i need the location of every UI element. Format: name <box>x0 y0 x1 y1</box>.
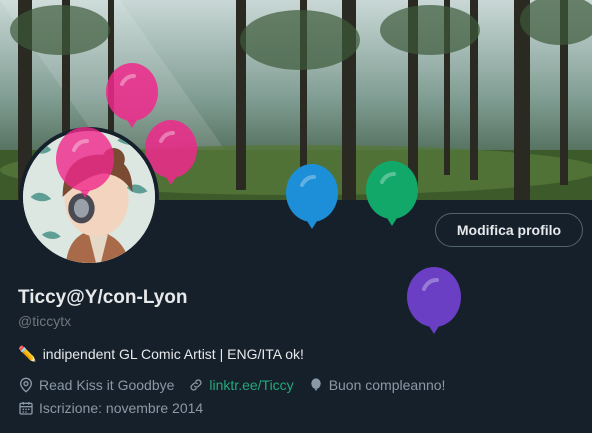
location-pin-icon <box>19 377 33 393</box>
location-text: Read Kiss it Goodbye <box>39 377 175 393</box>
edit-profile-button[interactable]: Modifica profilo <box>435 213 583 247</box>
bio-text: indipendent GL Comic Artist | ENG/ITA ok… <box>42 346 304 362</box>
calendar-icon <box>19 402 33 415</box>
profile-location: Read Kiss it Goodbye <box>18 377 174 393</box>
link-icon <box>190 379 202 391</box>
green-balloon-icon <box>366 161 418 226</box>
profile-birthday: Buon compleanno! <box>308 377 446 393</box>
profile-bio: ✏️ indipendent GL Comic Artist | ENG/ITA… <box>18 345 304 363</box>
profile-joined: Iscrizione: novembre 2014 <box>18 400 203 416</box>
pink-balloon-icon <box>56 127 114 198</box>
profile-display-name: Ticcy@Y/con-Lyon <box>18 287 188 308</box>
joined-text: Iscrizione: novembre 2014 <box>39 400 204 416</box>
profile-website[interactable]: linktr.ee/Ticcy <box>188 377 294 393</box>
profile-joined-row: Iscrizione: novembre 2014 <box>18 400 217 416</box>
pencil-icon: ✏️ <box>18 346 37 363</box>
birthday-text: Buon compleanno! <box>328 377 446 393</box>
profile-handle: @ticcytx <box>18 313 72 329</box>
website-link[interactable]: linktr.ee/Ticcy <box>209 377 293 393</box>
purple-balloon-icon <box>407 267 461 334</box>
blue-balloon-icon <box>286 164 338 229</box>
balloon-icon <box>311 378 321 391</box>
profile-meta-row: Read Kiss it Goodbye linktr.ee/Ticcy Buo… <box>18 377 459 393</box>
